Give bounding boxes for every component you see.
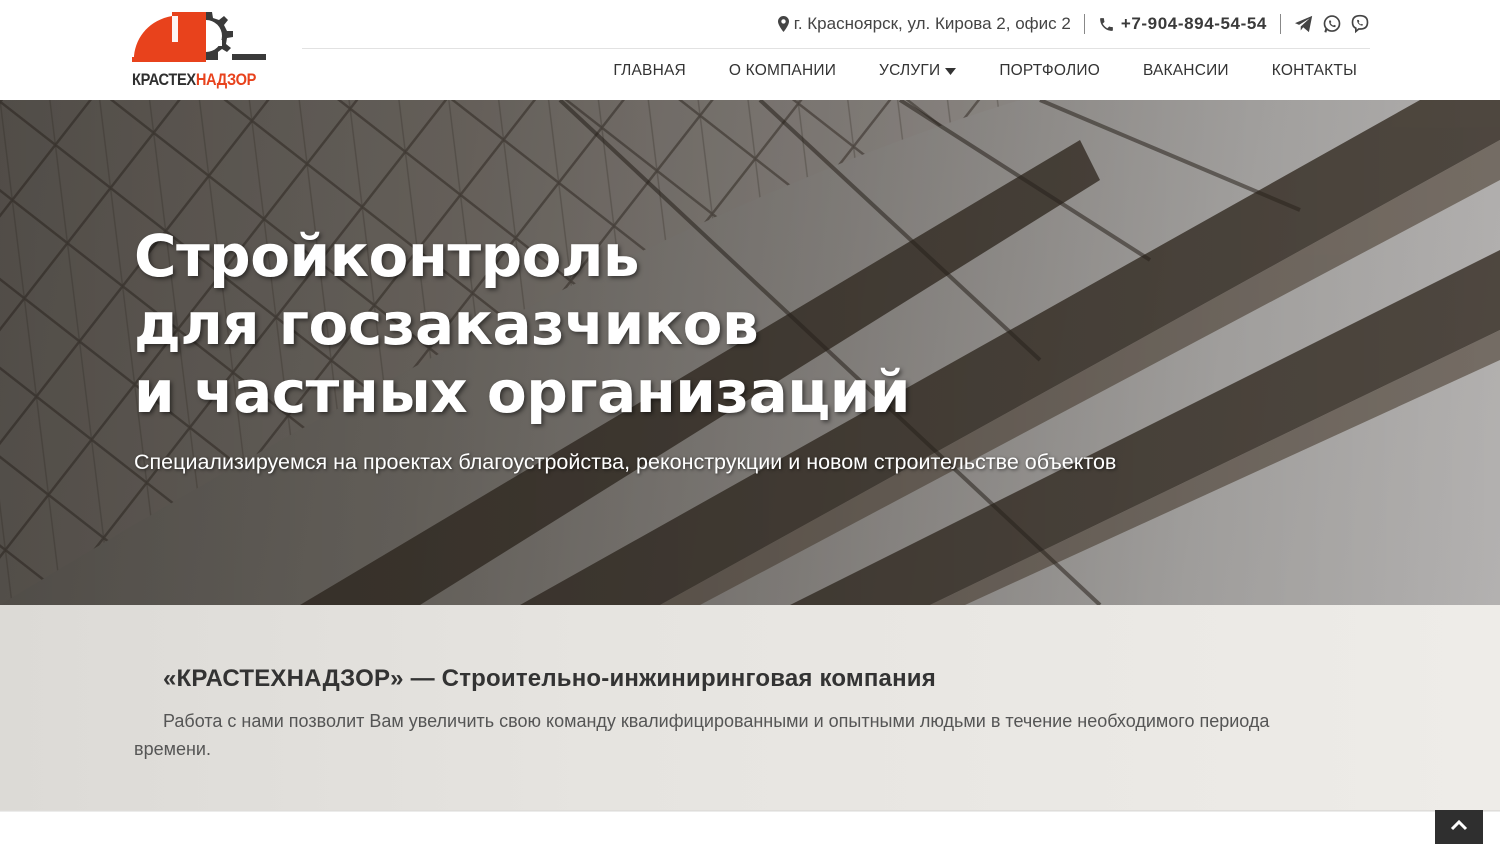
- logo-helmet-gear-icon: [132, 12, 266, 62]
- nav-label[interactable]: УСЛУГИ: [879, 62, 940, 80]
- site-header: КРАСТЕХНАДЗОР г. Красноярск, ул. Кирова …: [0, 0, 1500, 100]
- nav-label[interactable]: ПОРТФОЛИО: [999, 62, 1100, 80]
- nav-item-portfolio[interactable]: ПОРТФОЛИО: [999, 62, 1100, 80]
- messenger-links: [1294, 14, 1370, 34]
- hero-title: Стройконтроль для госзаказчиков и частны…: [134, 222, 911, 426]
- hero-title-line: и частных организаций: [134, 358, 911, 426]
- hero-title-line: для госзаказчиков: [134, 290, 759, 358]
- address-text: г. Красноярск, ул. Кирова 2, офис 2: [793, 14, 1071, 33]
- company-logo[interactable]: КРАСТЕХНАДЗОР: [132, 10, 268, 92]
- address-block: г. Красноярск, ул. Кирова 2, офис 2: [777, 14, 1071, 34]
- divider: [1083, 14, 1085, 34]
- nav-label[interactable]: ГЛАВНАЯ: [613, 62, 686, 80]
- header-divider: [302, 48, 1370, 49]
- nav-item-home[interactable]: ГЛАВНАЯ: [613, 62, 686, 80]
- logo-wordmark: КРАСТЕХНАДЗОР: [132, 70, 256, 90]
- nav-label[interactable]: ВАКАНСИИ: [1143, 62, 1229, 80]
- contact-bar: г. Красноярск, ул. Кирова 2, офис 2 +7-9…: [777, 10, 1370, 38]
- map-marker-icon: [777, 16, 789, 32]
- about-title: «КРАСТЕХНАДЗОР» — Строительно-инжиниринг…: [163, 665, 936, 692]
- hero-banner: Стройконтроль для госзаказчиков и частны…: [0, 100, 1500, 605]
- nav-label[interactable]: О КОМПАНИИ: [729, 62, 836, 80]
- phone-icon: [1098, 16, 1115, 33]
- logo-wordmark-part1: КРАСТЕХ: [132, 70, 196, 89]
- about-text: Работа с нами позволит Вам увеличить сво…: [134, 711, 1270, 759]
- hero-subtitle: Специализируемся на проектах благоустрой…: [134, 450, 1117, 474]
- nav-item-vacancies[interactable]: ВАКАНСИИ: [1143, 62, 1229, 80]
- about-section: «КРАСТЕХНАДЗОР» — Строительно-инжиниринг…: [0, 605, 1500, 810]
- nav-item-services[interactable]: УСЛУГИ: [879, 62, 957, 80]
- hero-title-line: Стройконтроль: [134, 222, 640, 290]
- divider: [1280, 14, 1281, 34]
- phone-link[interactable]: +7-904-894-54-54: [1121, 14, 1267, 34]
- main-nav: ГЛАВНАЯ О КОМПАНИИ УСЛУГИ ПОРТФОЛИО ВАКА…: [613, 62, 1357, 80]
- nav-item-about[interactable]: О КОМПАНИИ: [729, 62, 836, 80]
- scroll-to-top-button[interactable]: [1435, 810, 1483, 844]
- section-divider: [0, 810, 1500, 812]
- logo-wordmark-part2: НАДЗОР: [195, 70, 257, 89]
- nav-item-contacts[interactable]: КОНТАКТЫ: [1272, 62, 1357, 80]
- telegram-icon[interactable]: [1294, 15, 1314, 33]
- nav-label[interactable]: КОНТАКТЫ: [1272, 62, 1357, 80]
- whatsapp-icon[interactable]: [1322, 14, 1342, 34]
- chevron-up-icon[interactable]: [1450, 818, 1468, 836]
- caret-down-icon[interactable]: [945, 62, 957, 80]
- phone-block[interactable]: +7-904-894-54-54: [1098, 14, 1267, 34]
- viber-icon[interactable]: [1350, 14, 1370, 34]
